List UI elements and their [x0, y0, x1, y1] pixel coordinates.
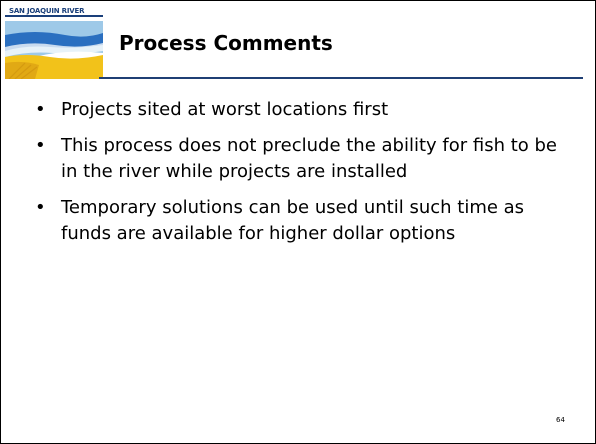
title-divider: [99, 77, 583, 79]
bullet-text: Projects sited at worst locations first: [61, 99, 389, 120]
bullet-dot-icon: •: [35, 99, 46, 120]
logo-text: SAN JOAQUIN RIVER: [9, 7, 85, 15]
page-number: 64: [556, 416, 565, 424]
bullet-item: • Temporary solutions can be used until …: [35, 195, 575, 247]
bullet-item: • Projects sited at worst locations firs…: [35, 97, 575, 123]
bullet-dot-icon: •: [35, 197, 46, 218]
bullet-text: This process does not preclude the abili…: [61, 135, 558, 182]
slide: SAN JOAQUIN RIVER Process Comments • Pro…: [0, 0, 596, 444]
bullet-list: • Projects sited at worst locations firs…: [35, 97, 575, 257]
slide-title: Process Comments: [119, 31, 333, 55]
bullet-dot-icon: •: [35, 135, 46, 156]
bullet-text: Temporary solutions can be used until su…: [61, 197, 525, 244]
river-logo-icon: SAN JOAQUIN RIVER: [5, 5, 103, 80]
bullet-item: • This process does not preclude the abi…: [35, 133, 575, 185]
